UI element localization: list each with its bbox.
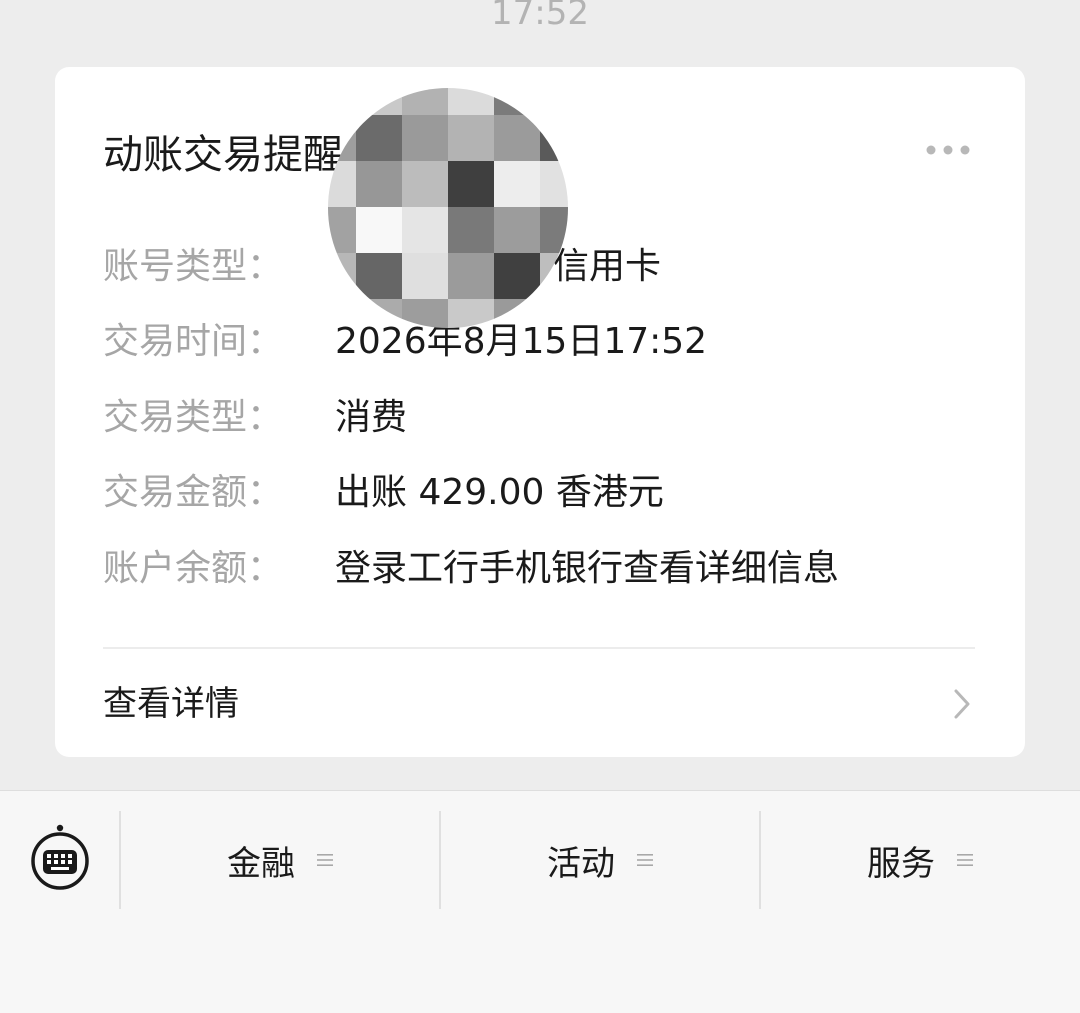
- menu-lines-icon: [637, 854, 653, 866]
- mosaic-cell: [356, 115, 402, 161]
- bottom-menu-bar: 金融 活动 服务: [0, 790, 1080, 1013]
- divider: [103, 647, 975, 649]
- row-label: 交易类型：: [103, 396, 284, 438]
- menu-item-services[interactable]: 服务: [760, 811, 1080, 909]
- privacy-mosaic: [328, 88, 568, 328]
- row-label: 账号类型：: [103, 245, 284, 287]
- chat-timestamp: 17:52: [491, 0, 589, 33]
- row-label: 账户余额：: [103, 547, 284, 589]
- mosaic-cell: [356, 88, 402, 115]
- menu-item-label: 金融: [227, 843, 295, 884]
- mosaic-cell: [328, 207, 356, 253]
- mosaic-cell: [448, 253, 494, 299]
- mosaic-cell: [448, 88, 494, 115]
- mosaic-cell: [402, 161, 448, 207]
- row-value: 登录工行手机银行查看详细信息: [335, 547, 840, 589]
- mosaic-cell: [328, 299, 356, 328]
- row-value: 消费: [335, 396, 408, 438]
- menu-item-activities[interactable]: 活动: [440, 811, 760, 909]
- menu-item-label: 活动: [547, 843, 615, 884]
- mosaic-cell: [540, 207, 568, 253]
- mosaic-cell: [494, 207, 540, 253]
- mosaic-cell: [402, 115, 448, 161]
- mosaic-cell: [540, 161, 568, 207]
- mosaic-cell: [540, 88, 568, 115]
- mosaic-cell: [448, 161, 494, 207]
- mosaic-cell: [328, 115, 356, 161]
- mosaic-cell: [448, 299, 494, 328]
- mosaic-cell: [494, 115, 540, 161]
- view-details-link[interactable]: 查看详情: [55, 673, 1025, 735]
- mosaic-cell: [448, 115, 494, 161]
- mosaic-cell: [402, 88, 448, 115]
- mosaic-cell: [540, 299, 568, 328]
- menu-item-label: 服务: [867, 843, 935, 884]
- row-value: 出账 429.00 香港元: [335, 472, 664, 514]
- mosaic-cell: [356, 299, 402, 328]
- mosaic-cell: [494, 161, 540, 207]
- mosaic-cell: [402, 253, 448, 299]
- mosaic-cell: [540, 115, 568, 161]
- menu-lines-icon: [317, 854, 333, 866]
- view-details-label: 查看详情: [103, 684, 239, 724]
- row-account-balance: 账户余额： 登录工行手机银行查看详细信息: [103, 527, 1003, 603]
- mosaic-cell: [494, 299, 540, 328]
- mosaic-cell: [448, 207, 494, 253]
- mosaic-cell: [494, 253, 540, 299]
- menu-item-finance[interactable]: 金融: [120, 811, 440, 909]
- chevron-right-icon: [954, 689, 970, 719]
- mosaic-cell: [356, 207, 402, 253]
- more-icon[interactable]: [921, 141, 975, 159]
- mosaic-cell: [356, 253, 402, 299]
- menu-lines-icon: [957, 854, 973, 866]
- mosaic-cell: [540, 253, 568, 299]
- mosaic-cell: [328, 88, 356, 115]
- mosaic-cell: [402, 299, 448, 328]
- row-label: 交易金额：: [103, 472, 284, 514]
- row-transaction-type: 交易类型： 消费: [103, 376, 1003, 452]
- mosaic-cell: [328, 161, 356, 207]
- row-label: 交易时间：: [103, 321, 284, 363]
- mosaic-cell: [328, 253, 356, 299]
- card-title: 动账交易提醒: [103, 132, 343, 178]
- mosaic-cell: [494, 88, 540, 115]
- keyboard-icon[interactable]: [28, 821, 92, 893]
- row-transaction-amount: 交易金额： 出账 429.00 香港元: [103, 452, 1003, 528]
- mosaic-cell: [356, 161, 402, 207]
- mosaic-cell: [402, 207, 448, 253]
